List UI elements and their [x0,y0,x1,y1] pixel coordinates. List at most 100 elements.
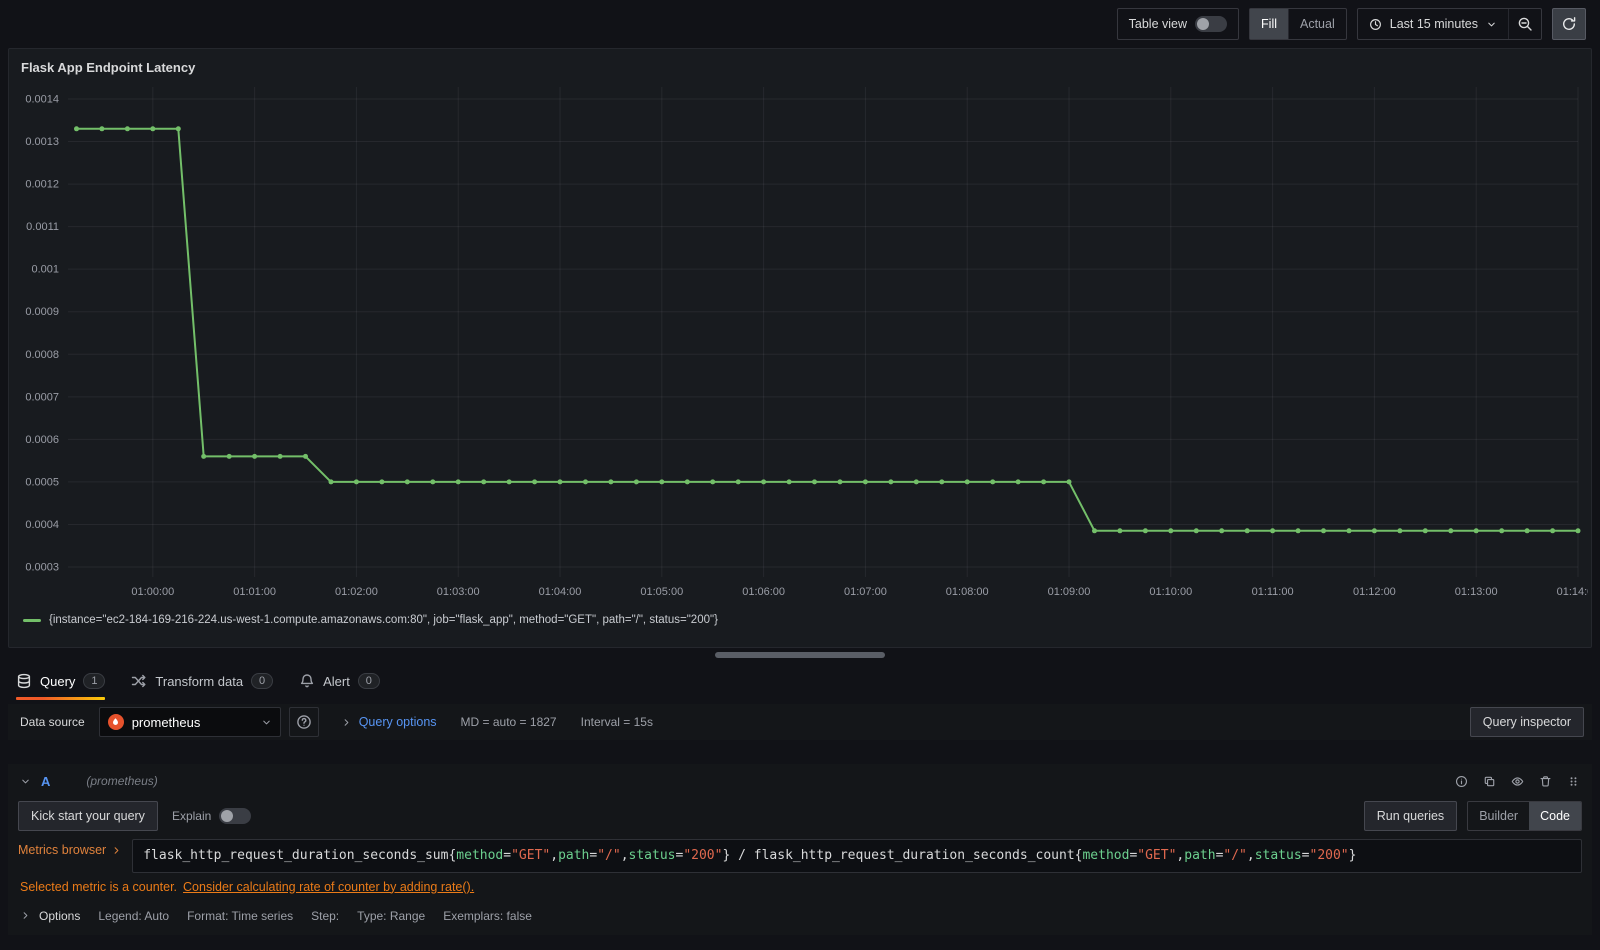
svg-text:01:14:00: 01:14:00 [1557,586,1588,598]
query-options-toggle[interactable]: Query options [341,715,437,729]
legend-series-label[interactable]: {instance="ec2-184-169-216-224.us-west-1… [49,614,718,626]
clock-icon [1369,18,1382,31]
svg-text:0.0007: 0.0007 [25,391,59,403]
table-view-toggle[interactable] [1195,16,1228,32]
datasource-row: Data source prometheus Query options MD … [8,704,1592,740]
flame-icon [110,717,121,728]
refresh-button[interactable] [1552,8,1586,40]
rate-suggestion-link[interactable]: Consider calculating rate of counter by … [183,880,474,894]
datasource-help-button[interactable] [288,707,319,737]
database-icon [16,673,32,689]
option-step: Step: [311,908,340,923]
collapse-chevron-icon[interactable] [20,776,31,787]
fill-actual-group: Fill Actual [1249,8,1347,40]
tab-query-badge: 1 [83,673,106,689]
metrics-browser-label: Metrics browser [18,843,107,857]
legend-series-swatch[interactable] [23,618,41,622]
tab-transform-data[interactable]: Transform data 0 [131,662,274,700]
delete-query-icon[interactable] [1539,775,1552,788]
info-circle-icon[interactable] [1455,775,1468,788]
chevron-down-icon [1486,19,1497,30]
explain-label: Explain [171,809,212,823]
question-circle-icon [296,714,312,730]
query-toolbar-row: Kick start your query Explain Run querie… [8,798,1592,837]
query-datasource-hint: (prometheus) [86,774,158,788]
query-inspector-button[interactable]: Query inspector [1469,707,1584,737]
tab-query-label: Query [40,673,76,689]
search-minus-icon [1517,16,1533,32]
svg-text:01:13:00: 01:13:00 [1455,586,1498,598]
table-view-group: Table view [1116,8,1240,40]
duplicate-query-icon[interactable] [1483,775,1496,788]
svg-text:01:00:00: 01:00:00 [131,586,174,598]
svg-text:0.0003: 0.0003 [25,562,59,574]
svg-text:0.0005: 0.0005 [25,476,59,488]
chevron-down-icon [261,717,272,728]
latency-chart[interactable]: 0.0003 0.0004 0.0005 0.0006 0.0007 0.0008 0.00… [12,81,1588,611]
metrics-browser-toggle[interactable]: Metrics browser [18,839,122,857]
chevron-right-icon [20,910,31,921]
latency-panel: Flask App Endpoint Latency 0.0003 0.0004 0… [8,48,1592,648]
query-ref-id[interactable]: A [41,774,50,789]
builder-mode-button[interactable]: Builder [1468,802,1529,830]
query-right-tools: Run queries Builder Code [1363,801,1582,831]
svg-text:0.0008: 0.0008 [25,349,59,361]
table-view-label: Table view [1128,17,1188,31]
datasource-selected-value: prometheus [131,714,201,730]
svg-text:01:11:00: 01:11:00 [1252,586,1294,598]
svg-text:0.0014: 0.0014 [25,94,59,106]
interval-text: Interval = 15s [580,715,653,729]
actual-button[interactable]: Actual [1288,9,1346,39]
query-options-label: Query options [358,715,437,729]
datasource-select[interactable]: prometheus [98,707,281,737]
time-range-picker[interactable]: Last 15 minutes [1358,9,1508,39]
chart-legend: {instance="ec2-184-169-216-224.us-west-1… [9,611,1591,626]
kick-start-query-button[interactable]: Kick start your query [18,801,158,831]
svg-text:01:12:00: 01:12:00 [1353,586,1396,598]
query-header-actions [1455,775,1580,788]
time-controls-group: Last 15 minutes [1356,8,1542,40]
tab-alert[interactable]: Alert 0 [299,662,380,700]
svg-text:01:05:00: 01:05:00 [640,586,683,598]
svg-text:01:08:00: 01:08:00 [946,586,989,598]
options-toggle[interactable]: Options [20,909,80,923]
refresh-icon [1561,16,1577,32]
tab-query[interactable]: Query 1 [16,662,106,700]
max-data-points-text: MD = auto = 1827 [460,715,557,729]
counter-warning-text: Selected metric is a counter. [20,879,178,894]
svg-text:01:10:00: 01:10:00 [1149,586,1192,598]
expression-row: Metrics browser flask_http_request_durat… [8,837,1592,873]
builder-code-switch: Builder Code [1467,801,1582,831]
svg-text:0.0011: 0.0011 [26,221,59,233]
option-type: Type: Range [357,908,426,923]
run-queries-button[interactable]: Run queries [1363,801,1458,831]
editor-tabs: Query 1 Transform data 0 Alert 0 [0,662,1600,700]
chevron-right-icon [341,717,352,728]
svg-text:01:09:00: 01:09:00 [1048,586,1091,598]
fill-button[interactable]: Fill [1250,9,1288,39]
svg-text:01:04:00: 01:04:00 [539,586,582,598]
chevron-right-icon [111,845,122,856]
option-legend: Legend: Auto [98,908,170,923]
tab-transform-badge: 0 [251,673,274,689]
query-editor-card: A (prometheus) Kick start your query Exp… [8,764,1592,935]
option-format: Format: Time series [187,908,294,923]
zoom-out-button[interactable] [1508,9,1541,39]
drag-handle-icon[interactable] [1567,775,1580,788]
svg-text:0.0009: 0.0009 [25,306,59,318]
code-mode-button[interactable]: Code [1529,802,1581,830]
promql-expression[interactable]: flask_http_request_duration_seconds_sum{… [132,839,1582,873]
time-range-label: Last 15 minutes [1389,17,1478,31]
prometheus-icon [107,714,124,730]
svg-text:01:06:00: 01:06:00 [742,586,785,598]
toggle-visibility-icon[interactable] [1511,775,1524,788]
query-options-summary-row: Options Legend: Auto Format: Time series… [8,896,1592,927]
panel-editor-toolbar: Table view Fill Actual Last 15 minutes [0,0,1600,48]
svg-text:0.0006: 0.0006 [25,434,59,446]
svg-text:0.0004: 0.0004 [25,519,59,531]
options-label: Options [39,908,81,923]
explain-toggle[interactable] [219,808,252,824]
query-card-header: A (prometheus) [8,764,1592,798]
horizontal-scrollbar[interactable] [715,652,885,658]
toggle-knob [221,810,234,822]
